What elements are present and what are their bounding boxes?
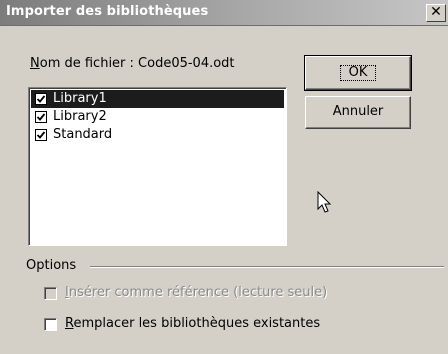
replace-label-text: emplacer les bibliothèques existantes (73, 316, 321, 331)
insert-as-reference-label: Insérer comme référence (lecture seule) (65, 285, 327, 300)
file-name-label: Nom de fichier : Code05-04.odt (30, 56, 235, 71)
list-item[interactable]: Standard (31, 126, 284, 144)
library-checkbox[interactable] (35, 93, 47, 105)
library-label: Library1 (53, 91, 107, 106)
title-bar: Importer des bibliothèques ✕ (0, 0, 448, 26)
file-name-mnemonic: N (30, 56, 40, 71)
library-list[interactable]: Library1 Library2 Standard (28, 87, 287, 246)
close-button[interactable]: ✕ (426, 4, 446, 22)
list-item[interactable]: Library2 (31, 108, 284, 126)
replace-existing-label: Remplacer les bibliothèques existantes (65, 316, 320, 331)
library-checkbox[interactable] (35, 129, 47, 141)
ok-button[interactable]: OK (304, 55, 412, 91)
cancel-button[interactable]: Annuler (305, 96, 411, 129)
list-item[interactable]: Library1 (31, 90, 284, 108)
options-divider (90, 266, 444, 268)
library-label: Library2 (53, 109, 107, 124)
window-title: Importer des bibliothèques (6, 4, 209, 19)
library-label: Standard (53, 127, 113, 142)
file-name-text: om de fichier : Code05-04.odt (39, 56, 235, 71)
ok-button-label: OK (340, 65, 376, 81)
insert-label-text: nsérer comme référence (lecture seule) (68, 285, 328, 300)
mouse-pointer-icon (317, 191, 332, 213)
checkmark-icon (36, 131, 46, 139)
close-icon: ✕ (430, 4, 442, 20)
replace-existing-checkbox[interactable] (44, 318, 57, 331)
cancel-button-label: Annuler (332, 104, 384, 119)
library-checkbox[interactable] (35, 111, 47, 123)
options-group-label: Options (26, 258, 77, 273)
checkmark-icon (36, 113, 46, 121)
insert-as-reference-checkbox (44, 287, 57, 300)
checkmark-icon (36, 95, 46, 103)
